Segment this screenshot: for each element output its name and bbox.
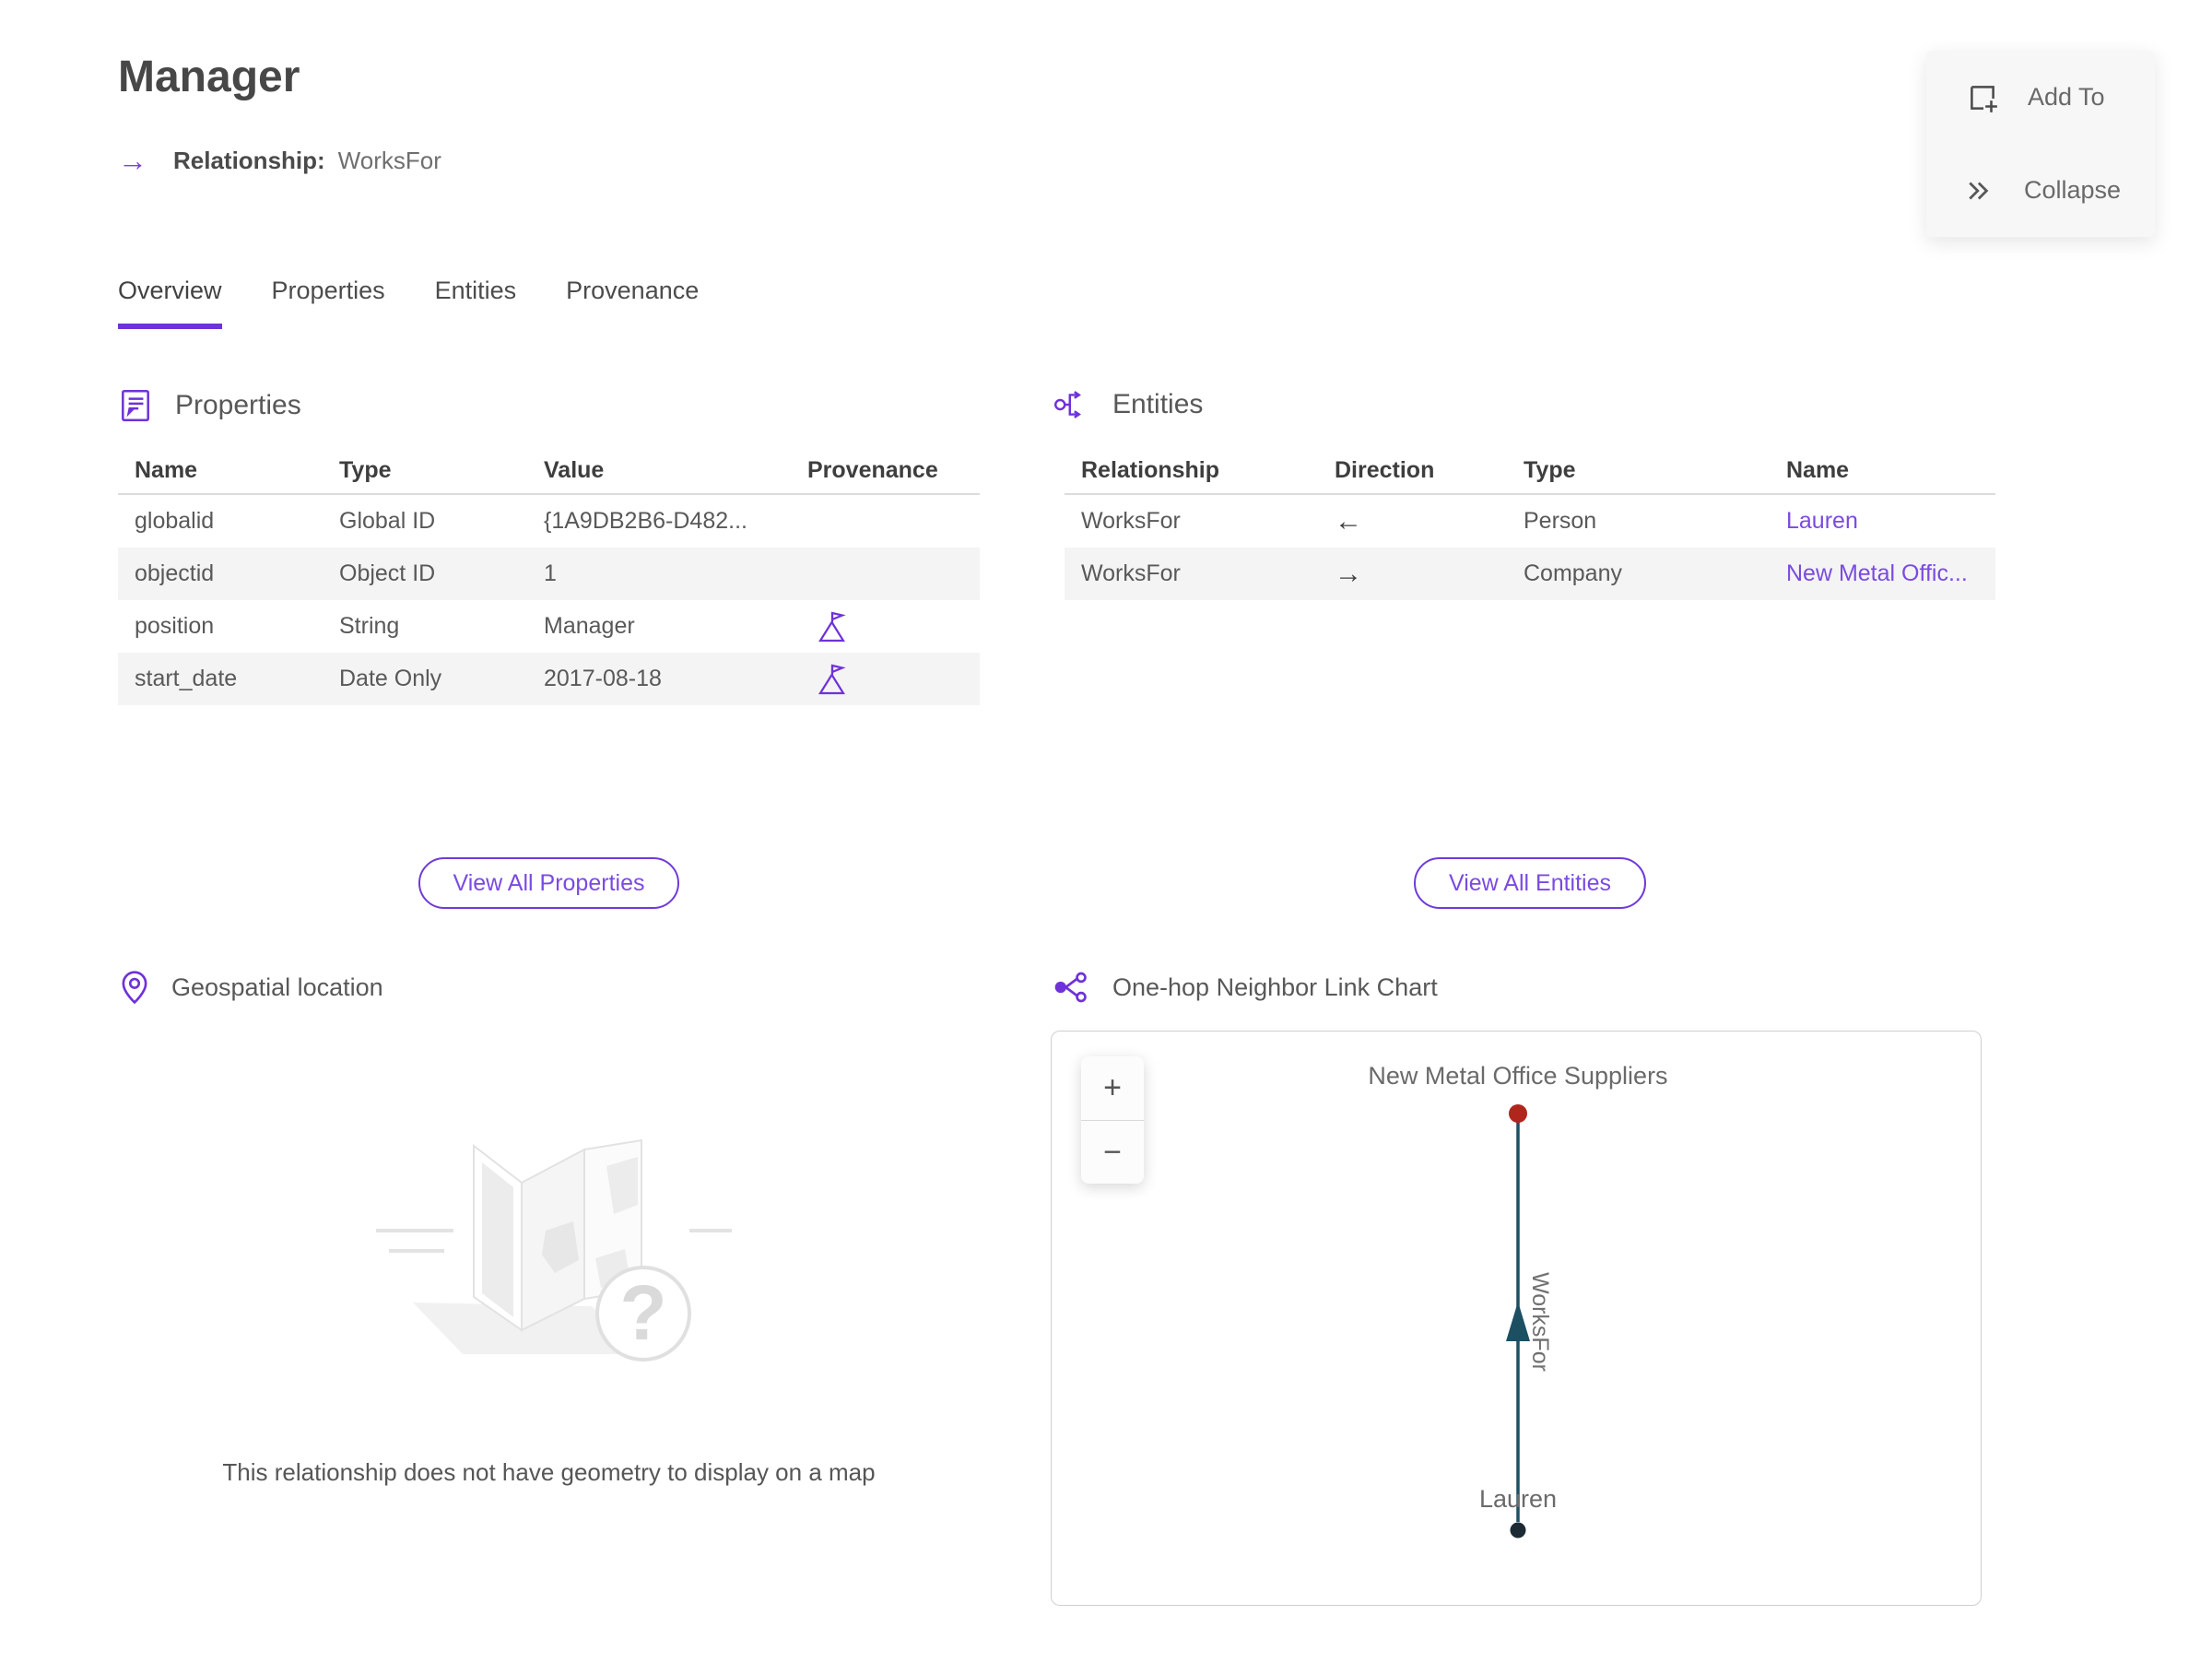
breadcrumb: → Relationship: WorksFor [118,146,441,175]
table-row: globalid Global ID {1A9DB2B6-D482... [118,495,980,548]
zoom-control: + − [1081,1056,1144,1184]
prop-value: 2017-08-18 [544,666,662,691]
link-chart-graph[interactable]: WorksFor New Metal Office Suppliers Laur… [1052,1032,1981,1605]
prop-provenance [791,663,980,696]
entities-section-header: Entities [1053,387,1203,422]
entity-type: Company [1524,560,1622,586]
entity-name-link[interactable]: Lauren [1770,508,1995,535]
prop-type: String [339,613,400,639]
tab-bar: Overview Properties Entities Provenance [118,277,699,329]
collapse-button[interactable]: Collapse [1926,144,2155,237]
relationship-overview-page: Manager → Relationship: WorksFor Add To … [0,0,2212,1674]
node-label-company: New Metal Office Suppliers [1368,1062,1667,1090]
prop-type: Date Only [339,666,442,691]
tab-properties[interactable]: Properties [272,277,385,329]
add-to-selection-icon [1971,85,1997,112]
one-hop-share-icon [1054,972,1087,1003]
prop-name: objectid [135,560,215,586]
entity-name-link[interactable]: New Metal Offic... [1770,560,1995,587]
tab-provenance[interactable]: Provenance [566,277,699,329]
map-placeholder: ? [118,1092,980,1369]
subtitle-label: Relationship: [173,146,325,174]
prop-type: Object ID [339,560,436,586]
prop-value: 1 [544,560,557,586]
graph-node-company[interactable] [1509,1104,1527,1123]
add-to-button[interactable]: Add To [1926,51,2155,144]
edge-arrowhead-icon [1506,1302,1530,1341]
column-header: Type [1524,456,1576,483]
prop-name: position [135,613,215,639]
prop-type: Global ID [339,508,436,534]
table-row: WorksFor → Company New Metal Offic... [1065,548,1995,600]
prop-provenance [791,610,980,643]
column-header: Name [135,456,198,483]
tab-overview[interactable]: Overview [118,277,222,329]
zoom-out-button[interactable]: − [1081,1120,1144,1184]
properties-table-header: Name Type Value Provenance [118,447,980,495]
entities-table: Relationship Direction Type Name WorksFo… [1065,447,1995,600]
flag-icon[interactable] [817,610,846,643]
link-chart-section-title: One-hop Neighbor Link Chart [1112,973,1438,1001]
column-header: Provenance [807,456,938,483]
collapse-label: Collapse [2024,176,2122,204]
flag-icon[interactable] [817,663,846,696]
add-to-label: Add To [2028,83,2105,111]
graph-node-person[interactable] [1510,1522,1526,1538]
properties-section-title: Properties [175,390,301,420]
table-row: start_date Date Only 2017-08-18 [118,653,980,705]
map-placeholder-illustration: ? [375,1138,732,1362]
link-chart-section-header: One-hop Neighbor Link Chart [1053,970,1438,1005]
table-row: WorksFor ← Person Lauren [1065,495,1995,548]
prop-name: globalid [135,508,215,534]
entities-table-header: Relationship Direction Type Name [1065,447,1995,495]
question-mark-glyph: ? [619,1269,666,1356]
geospatial-section-header: Geospatial location [120,970,383,1005]
properties-button-row: View All Properties [118,857,980,909]
properties-section-header: Properties [118,387,301,424]
table-row: objectid Object ID 1 [118,548,980,600]
direction-arrow-icon: ← [1335,505,1362,536]
column-header: Type [339,456,392,483]
link-entities-icon [1054,391,1081,418]
tab-entities[interactable]: Entities [435,277,517,329]
relationship-arrow-icon: → [118,144,147,177]
column-header: Name [1786,456,1850,483]
column-header: Value [544,456,605,483]
actions-panel: Add To Collapse [1926,51,2155,237]
entity-relationship: WorksFor [1081,508,1181,534]
entity-relationship: WorksFor [1081,560,1181,586]
prop-value: Manager [544,613,635,639]
entity-type: Person [1524,508,1597,534]
subtitle-value: WorksFor [337,146,441,174]
entities-section-title: Entities [1112,389,1204,419]
geometry-empty-message: This relationship does not have geometry… [222,1458,876,1486]
memo-icon [122,389,149,422]
properties-table: Name Type Value Provenance globalid Glob… [118,447,980,705]
geospatial-section-title: Geospatial location [171,973,383,1001]
edge-label: WorksFor [1527,1272,1553,1372]
table-row: position String Manager [118,600,980,653]
double-chevron-right-icon [1969,182,1989,199]
entities-button-row: View All Entities [1065,857,1995,909]
prop-name: start_date [135,666,238,691]
view-all-properties-button[interactable]: View All Properties [418,857,680,909]
map-pin-icon [122,971,147,1005]
prop-value: {1A9DB2B6-D482... [544,508,747,534]
page-title: Manager [118,53,300,101]
link-chart-canvas[interactable]: + − WorksFor New Metal Office Suppliers … [1051,1031,1982,1606]
direction-arrow-icon: → [1335,558,1362,589]
column-header: Direction [1335,456,1435,483]
column-header: Relationship [1081,456,1220,483]
node-label-person: Lauren [1479,1485,1557,1513]
zoom-in-button[interactable]: + [1081,1056,1144,1120]
view-all-entities-button[interactable]: View All Entities [1413,857,1646,909]
